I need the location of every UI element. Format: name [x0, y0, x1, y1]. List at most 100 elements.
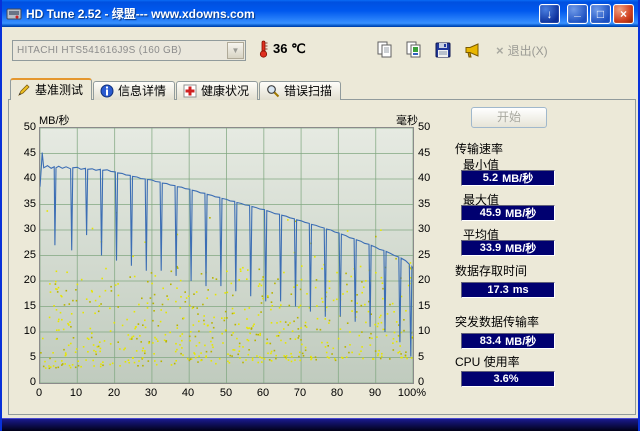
save-screenshot-button[interactable] — [430, 37, 456, 62]
chevron-down-icon[interactable]: ▼ — [227, 42, 244, 59]
x-tick-label: 60 — [256, 387, 270, 399]
y-tick-label-right: 30 — [418, 223, 431, 235]
maximize-icon: □ — [596, 6, 605, 21]
y-tick-label-left: 10 — [23, 325, 36, 337]
copy-info-button[interactable] — [372, 37, 398, 62]
y-tick-label-left: 30 — [23, 223, 36, 235]
thermometer-icon — [259, 40, 268, 58]
y-tick-label-left: 45 — [23, 147, 36, 159]
window-title: HD Tune 2.52 - 绿盟--- www.xdowns.com — [26, 7, 255, 21]
access-time-value-box: 17.3 ms — [461, 282, 555, 298]
access-time-label: 数据存取时间 — [455, 264, 528, 278]
window-controls: ↓ _ □ × — [539, 3, 634, 24]
access-time-value: 17.3 — [487, 284, 509, 296]
cpu-usage-value-box: 3.6% — [461, 371, 555, 387]
tab-info[interactable]: 信息详情 — [93, 81, 176, 100]
y-tick-label-right: 20 — [418, 274, 431, 286]
save-floppy-icon — [435, 42, 451, 57]
tab-error-scan[interactable]: 错误扫描 — [259, 81, 342, 100]
maximize-button[interactable]: □ — [590, 3, 611, 24]
exit-x-icon: × — [496, 43, 504, 58]
close-icon: × — [619, 6, 627, 21]
temperature-value: 36 ℃ — [273, 41, 306, 56]
x-tick-label: 0 — [35, 387, 43, 399]
y-tick-label-left: 35 — [23, 198, 36, 210]
tab-benchmark[interactable]: 基准测试 — [10, 78, 93, 101]
burst-rate-label: 突发数据传输率 — [455, 315, 540, 329]
burst-rate-value: 83.4 — [479, 335, 502, 347]
burst-rate-unit: MB/秒 — [505, 336, 537, 348]
benchmark-chart — [40, 128, 413, 383]
avg-unit: MB/秒 — [505, 243, 537, 255]
app-icon — [6, 8, 22, 19]
cpu-usage-label: CPU 使用率 — [455, 355, 520, 369]
min-unit: MB/秒 — [502, 173, 534, 185]
info-icon — [100, 84, 114, 97]
burst-rate-value-box: 83.4 MB/秒 — [461, 333, 555, 349]
y-tick-label-right: 50 — [418, 121, 431, 133]
start-button[interactable]: 开始 — [471, 107, 547, 128]
y-tick-label-left: 20 — [23, 274, 36, 286]
app-window: HD Tune 2.52 - 绿盟--- www.xdowns.com ↓ _ … — [0, 0, 640, 431]
min-value: 5.2 — [482, 172, 499, 184]
x-tick-label: 100% — [397, 387, 427, 399]
tool-buttons — [372, 37, 485, 62]
avg-value-box: 33.9 MB/秒 — [461, 240, 555, 256]
y-tick-label-left: 40 — [23, 172, 36, 184]
x-tick-label: 10 — [69, 387, 83, 399]
y-tick-label-left: 25 — [23, 249, 36, 261]
download-icon: ↓ — [546, 6, 553, 21]
window-bottom-border — [2, 418, 638, 431]
y-tick-label-right: 35 — [418, 198, 431, 210]
x-tick-label: 70 — [293, 387, 307, 399]
y-tick-label-left: 0 — [29, 376, 36, 388]
tab-error-scan-label: 错误扫描 — [284, 84, 333, 98]
x-tick-label: 50 — [219, 387, 233, 399]
avg-value: 33.9 — [479, 242, 502, 254]
horn-icon — [465, 42, 479, 57]
x-tick-label: 20 — [107, 387, 121, 399]
close-button[interactable]: × — [613, 3, 634, 24]
y-tick-label-right: 5 — [418, 351, 425, 363]
x-tick-label: 40 — [181, 387, 195, 399]
minimize-button[interactable]: _ — [567, 3, 588, 24]
y-tick-label-right: 15 — [418, 300, 431, 312]
benchmark-plot — [39, 127, 414, 384]
download-button[interactable]: ↓ — [539, 3, 560, 24]
right-axis-title: 毫秒 — [396, 115, 418, 127]
y-tick-label-right: 40 — [418, 172, 431, 184]
pencil-icon — [18, 83, 30, 96]
cpu-usage-value: 3.6% — [493, 373, 519, 385]
drive-select-value: HITACHI HTS541616J9S (160 GB) — [17, 45, 182, 56]
tab-health[interactable]: 健康状况 — [176, 81, 259, 100]
tab-info-label: 信息详情 — [118, 84, 167, 98]
max-value-box: 45.9 MB/秒 — [461, 205, 555, 221]
drive-select[interactable]: HITACHI HTS541616J9S (160 GB) ▼ — [12, 40, 246, 61]
tab-bar: 基准测试 信息详情 健康状况 错误扫描 — [10, 78, 342, 101]
x-tick-label: 90 — [368, 387, 382, 399]
y-tick-label-right: 10 — [418, 325, 431, 337]
max-value: 45.9 — [479, 207, 502, 219]
exit-button[interactable]: × 退出(X) — [496, 42, 548, 59]
tab-health-label: 健康状况 — [201, 84, 250, 98]
title-bar: HD Tune 2.52 - 绿盟--- www.xdowns.com ↓ _ … — [2, 0, 638, 27]
copy-image-icon — [406, 41, 421, 57]
min-value-box: 5.2 MB/秒 — [461, 170, 555, 186]
red-cross-icon — [183, 84, 197, 97]
max-unit: MB/秒 — [505, 208, 537, 220]
copy-pages-icon — [377, 41, 392, 57]
y-tick-label-left: 15 — [23, 300, 36, 312]
y-tick-label-right: 0 — [418, 376, 425, 388]
y-tick-label-left: 50 — [23, 121, 36, 133]
copy-screenshot-button[interactable] — [401, 37, 427, 62]
x-tick-label: 30 — [144, 387, 158, 399]
exit-label: 退出(X) — [507, 44, 548, 58]
minimize-icon: _ — [574, 3, 581, 18]
benchmark-panel: MB/秒 毫秒 50 50 45 45 40 40 35 35 30 30 25 25 20 20 15 15… — [8, 99, 636, 415]
y-tick-label-left: 5 — [29, 351, 36, 363]
magnifier-icon — [267, 84, 280, 97]
y-tick-label-right: 45 — [418, 147, 431, 159]
access-time-unit: ms — [512, 284, 529, 296]
announce-button[interactable] — [459, 37, 485, 62]
toolbar: HITACHI HTS541616J9S (160 GB) ▼ 36 ℃ × 退… — [2, 27, 638, 77]
